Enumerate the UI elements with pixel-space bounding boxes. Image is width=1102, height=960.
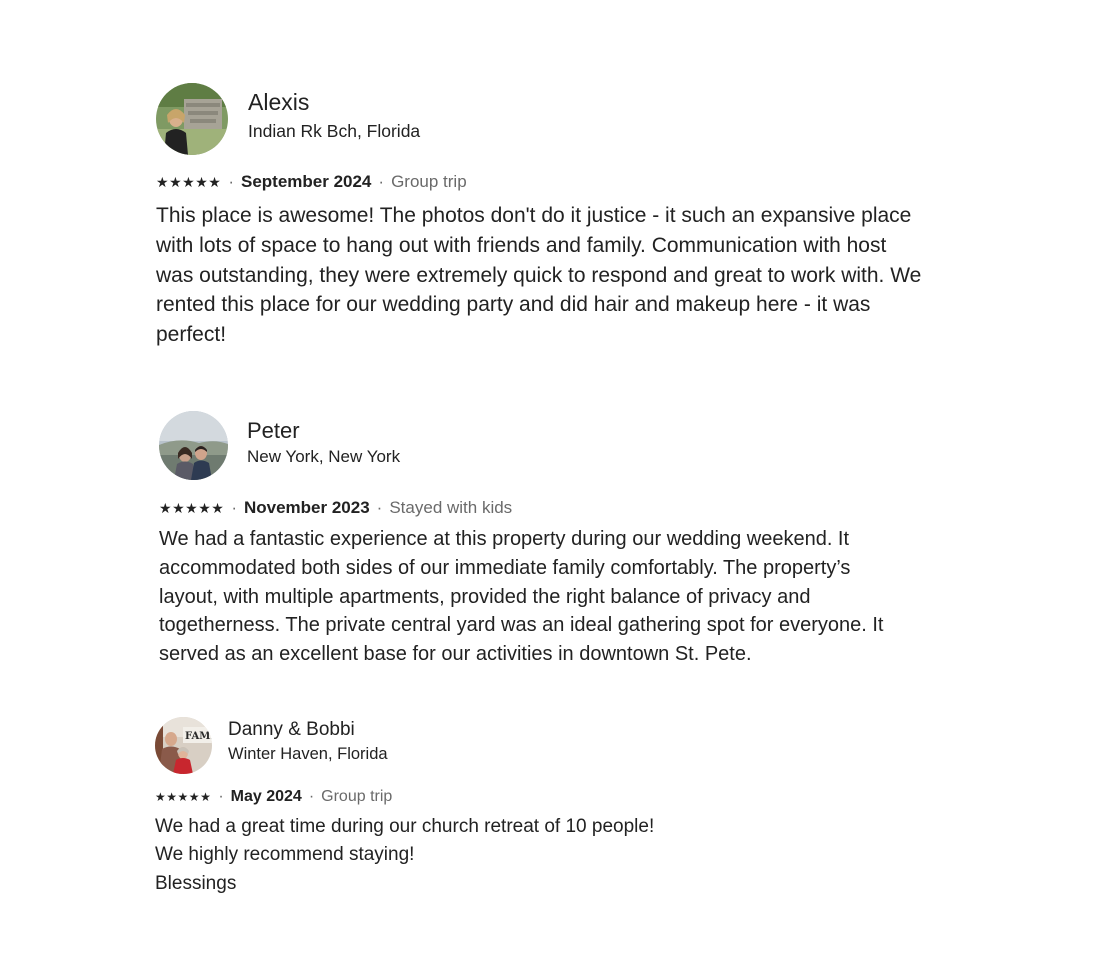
review-meta: ★ ★ ★ ★ ★ · September 2024 · Group trip bbox=[156, 170, 956, 194]
review-text-line: perfect! bbox=[156, 323, 227, 347]
review-header: Alexis Indian Rk Bch, Florida bbox=[156, 83, 956, 155]
reviewer-info: Peter New York, New York bbox=[247, 416, 400, 468]
reviewer-name[interactable]: Danny & Bobbi bbox=[228, 718, 388, 742]
review-text: We had a fantastic experience at this pr… bbox=[159, 525, 959, 669]
reviewer-info: Alexis Indian Rk Bch, Florida bbox=[248, 87, 420, 143]
reviewer-name[interactable]: Alexis bbox=[248, 87, 420, 117]
review-text-line: We highly recommend staying! bbox=[155, 844, 415, 866]
separator-dot: · bbox=[376, 498, 383, 517]
review-text-line: with lots of space to hang out with frie… bbox=[156, 233, 887, 257]
review-text-line: layout, with multiple apartments, provid… bbox=[159, 585, 811, 608]
star-icon: ★ bbox=[211, 500, 224, 516]
avatar[interactable] bbox=[159, 411, 228, 480]
review-text: This place is awesome! The photos don't … bbox=[156, 201, 956, 350]
star-icon: ★ bbox=[182, 174, 195, 190]
star-icon: ★ bbox=[156, 174, 169, 190]
review-text-line: togetherness. The private central yard w… bbox=[159, 614, 884, 637]
separator-dot: · bbox=[231, 498, 237, 517]
review-text-line: Blessings bbox=[155, 872, 237, 894]
review-text-line: served as an excellent base for our acti… bbox=[159, 643, 752, 666]
review-meta: ★ ★ ★ ★ ★ · November 2023 · Stayed with … bbox=[159, 496, 959, 520]
star-icon: ★ bbox=[185, 500, 198, 516]
review-date: May 2024 bbox=[230, 788, 302, 805]
review-date: September 2024 bbox=[240, 172, 372, 191]
star-icon: ★ bbox=[159, 500, 172, 516]
separator-dot: · bbox=[308, 788, 315, 805]
star-icon: ★ bbox=[198, 500, 211, 516]
review-text-line: We had a fantastic experience at this pr… bbox=[159, 528, 850, 550]
star-icon: ★ bbox=[169, 174, 182, 190]
reviewer-name[interactable]: Peter bbox=[247, 416, 400, 445]
star-icon: ★ bbox=[166, 790, 178, 804]
reviewer-location: Winter Haven, Florida bbox=[228, 745, 388, 763]
star-icon: ★ bbox=[200, 790, 211, 804]
avatar[interactable] bbox=[156, 83, 228, 155]
separator-dot: · bbox=[378, 172, 385, 191]
rating-stars: ★ ★ ★ ★ ★ bbox=[155, 786, 211, 808]
reviewer-location: Indian Rk Bch, Florida bbox=[248, 121, 421, 141]
reviewer-info: Danny & Bobbi Winter Haven, Florida bbox=[228, 718, 388, 765]
review-date: November 2023 bbox=[243, 498, 370, 517]
trip-type: Group trip bbox=[321, 788, 393, 805]
separator-dot: · bbox=[228, 172, 234, 191]
review-header: FAMI Danny & Bobbi Winter Haven, Florida bbox=[155, 717, 855, 774]
reviewer-location: New York, New York bbox=[247, 447, 401, 466]
avatar-photo-ruins-icon bbox=[156, 83, 228, 155]
rating-stars: ★ ★ ★ ★ ★ bbox=[156, 170, 221, 194]
review-text-line: We had a great time during our church re… bbox=[155, 816, 655, 837]
separator-dot: · bbox=[218, 788, 224, 805]
review-text-line: rented this place for our wedding party … bbox=[156, 293, 871, 317]
review-meta: ★ ★ ★ ★ ★ · May 2024 · Group trip bbox=[155, 786, 855, 808]
review-card: Peter New York, New York ★ ★ ★ ★ ★ · Nov… bbox=[159, 411, 959, 669]
star-icon: ★ bbox=[172, 500, 185, 516]
star-icon: ★ bbox=[155, 790, 166, 804]
review-text: We had a great time during our church re… bbox=[155, 813, 855, 898]
star-icon: ★ bbox=[177, 790, 189, 804]
review-text-line: was outstanding, they were extremely qui… bbox=[156, 263, 922, 287]
rating-stars: ★ ★ ★ ★ ★ bbox=[159, 496, 224, 520]
avatar-photo-family-sign-icon: FAMI bbox=[155, 717, 212, 774]
review-text-line: This place is awesome! The photos don't … bbox=[156, 204, 912, 227]
star-icon: ★ bbox=[208, 174, 221, 190]
avatar-photo-couple-icon bbox=[159, 411, 228, 480]
sign-text: FAMI bbox=[185, 731, 212, 742]
star-icon: ★ bbox=[195, 174, 208, 190]
trip-type: Stayed with kids bbox=[389, 498, 513, 517]
review-card: Alexis Indian Rk Bch, Florida ★ ★ ★ ★ ★ … bbox=[156, 83, 956, 350]
review-text-line: accommodated both sides of our immediate… bbox=[159, 556, 851, 579]
review-header: Peter New York, New York bbox=[159, 411, 959, 480]
trip-type: Group trip bbox=[391, 172, 467, 191]
review-card: FAMI Danny & Bobbi Winter Haven, Florida… bbox=[155, 717, 855, 898]
avatar[interactable]: FAMI bbox=[155, 717, 212, 774]
star-icon: ★ bbox=[188, 790, 200, 804]
